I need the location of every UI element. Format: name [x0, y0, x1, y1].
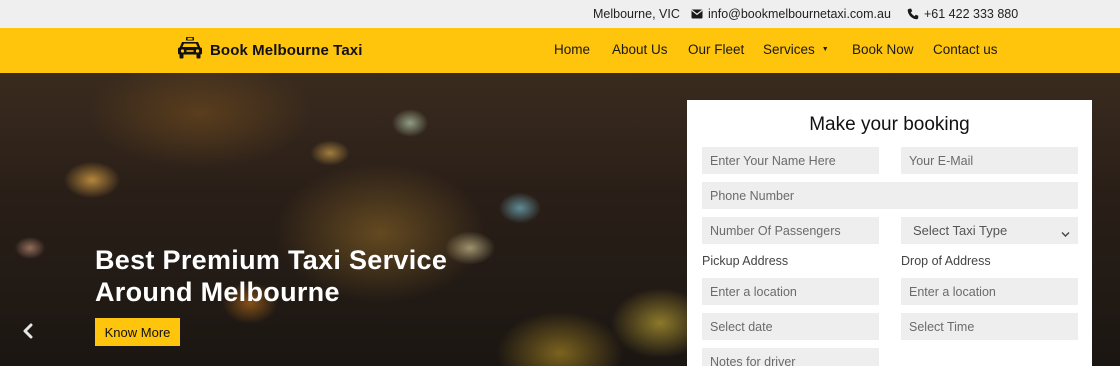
date-input[interactable]: Select date [702, 313, 879, 340]
booking-title: Make your booking [809, 114, 970, 135]
nav-about-us[interactable]: About Us [612, 42, 668, 57]
hero-title-line-2: Around Melbourne [95, 277, 340, 307]
main-navbar: Book Melbourne Taxi Home About Us Our Fl… [0, 28, 1120, 73]
drop-label: Drop of Address [901, 254, 991, 268]
drop-address-input[interactable]: Enter a location [901, 278, 1078, 305]
nav-our-fleet[interactable]: Our Fleet [688, 42, 744, 57]
location-info: Melbourne, VIC [593, 7, 680, 21]
site-logo[interactable]: Book Melbourne Taxi [177, 36, 362, 65]
chevron-down-icon [1061, 226, 1070, 241]
nav-home[interactable]: Home [554, 42, 590, 57]
nav-contact-us[interactable]: Contact us [933, 42, 998, 57]
know-more-button[interactable]: Know More [95, 318, 180, 346]
email-info[interactable]: info@bookmelbournetaxi.com.au [691, 7, 891, 21]
email-input[interactable]: Your E-Mail [901, 147, 1078, 174]
email-link[interactable]: info@bookmelbournetaxi.com.au [708, 7, 891, 21]
pickup-label: Pickup Address [702, 254, 789, 268]
phone-icon [907, 8, 919, 20]
envelope-icon [691, 9, 703, 19]
phone-input[interactable]: Phone Number [702, 182, 1078, 209]
nav-services[interactable]: Services ▼ [763, 42, 829, 57]
caret-down-icon: ▼ [821, 45, 829, 53]
time-input[interactable]: Select Time [901, 313, 1078, 340]
hero-title-line-1: Best Premium Taxi Service [95, 245, 448, 275]
passengers-input[interactable]: Number Of Passengers [702, 217, 879, 244]
hero-title: Best Premium Taxi Service Around Melbour… [95, 244, 515, 308]
brand-name: Book Melbourne Taxi [210, 42, 363, 59]
booking-form: Make your booking Enter Your Name Here Y… [687, 100, 1092, 366]
location-text: Melbourne, VIC [593, 7, 680, 21]
pickup-address-input[interactable]: Enter a location [702, 278, 879, 305]
taxi-type-selected: Select Taxi Type [913, 223, 1008, 238]
nav-book-now[interactable]: Book Now [852, 42, 914, 57]
phone-link[interactable]: +61 422 333 880 [924, 7, 1018, 21]
top-info-bar: Melbourne, VIC info@bookmelbournetaxi.co… [0, 0, 1120, 28]
taxi-icon [177, 36, 203, 65]
carousel-prev-icon[interactable] [22, 322, 38, 340]
driver-notes-input[interactable]: Notes for driver [702, 348, 879, 366]
phone-info[interactable]: +61 422 333 880 [907, 7, 1018, 21]
nav-services-label: Services [763, 42, 815, 57]
name-input[interactable]: Enter Your Name Here [702, 147, 879, 174]
taxi-type-select[interactable]: Select Taxi Type [901, 217, 1078, 244]
